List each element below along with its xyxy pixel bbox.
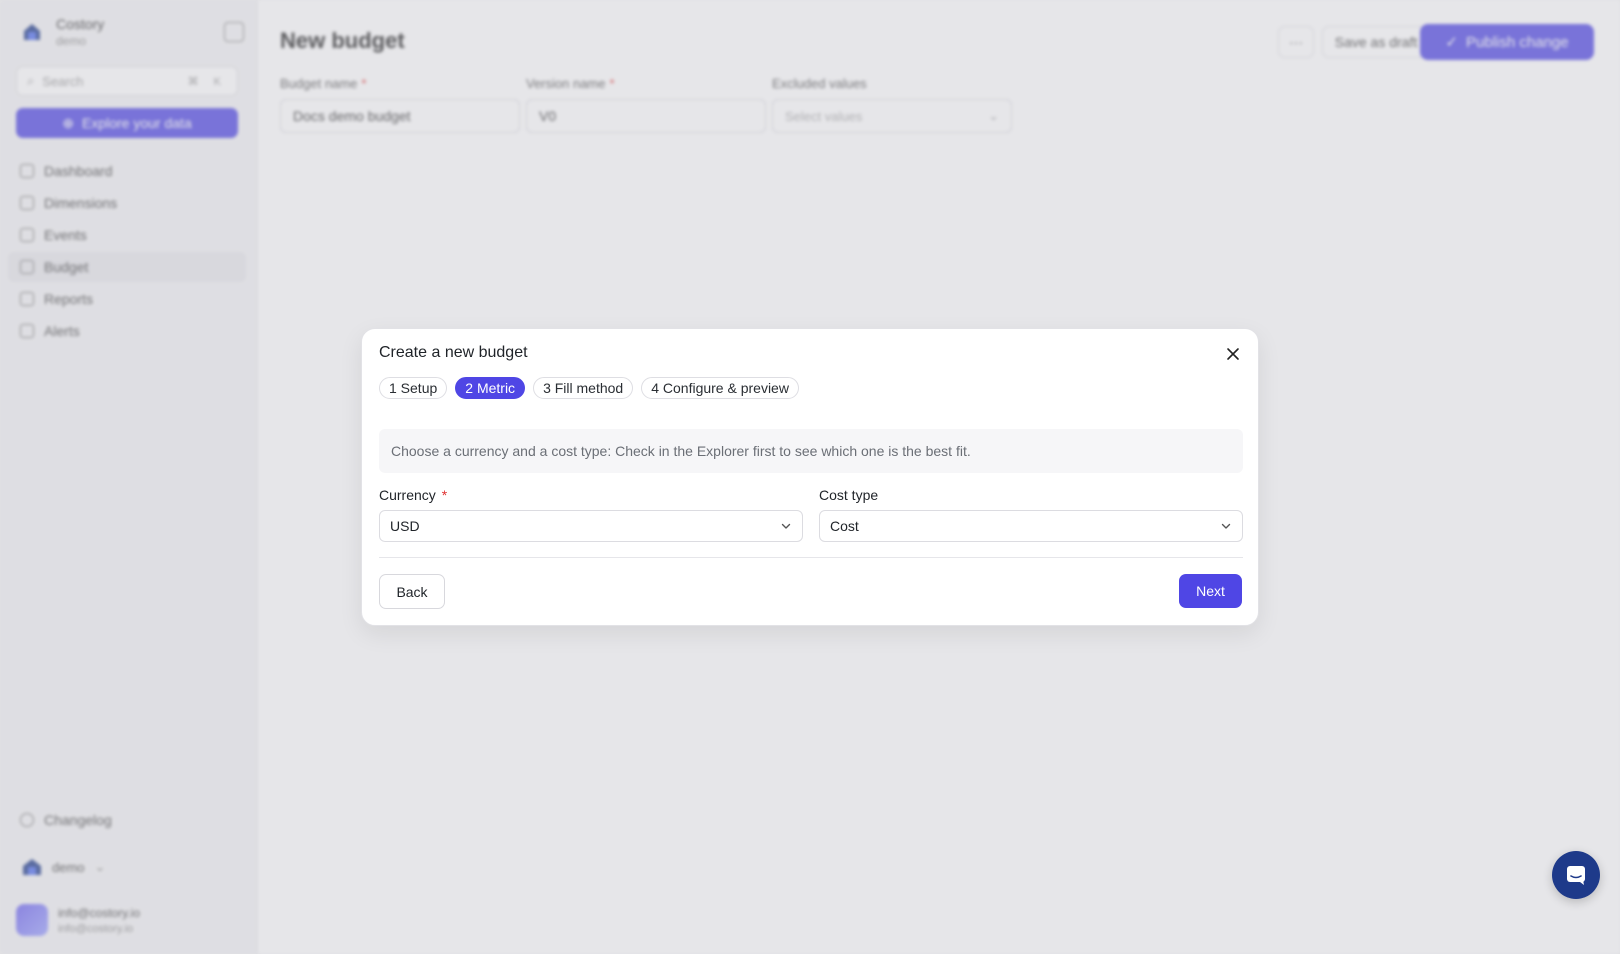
chevron-down-icon	[1221, 523, 1231, 529]
currency-select[interactable]: USD	[379, 510, 803, 542]
next-button[interactable]: Next	[1179, 574, 1242, 608]
currency-label: Currency *	[379, 487, 448, 503]
chat-icon	[1567, 866, 1585, 885]
create-budget-modal: Create a new budget 1 Setup 2 Metric 3 F…	[361, 328, 1259, 626]
chat-launcher-button[interactable]	[1552, 851, 1600, 899]
step-metric[interactable]: 2 Metric	[455, 377, 526, 399]
close-button[interactable]	[1222, 343, 1244, 365]
stepper: 1 Setup 2 Metric 3 Fill method 4 Configu…	[379, 377, 799, 399]
modal-divider	[379, 557, 1243, 558]
chevron-down-icon	[781, 523, 791, 529]
cost-type-field: Cost type Cost	[819, 487, 1243, 542]
cost-type-value: Cost	[830, 518, 859, 534]
step-setup[interactable]: 1 Setup	[379, 377, 448, 399]
close-icon	[1227, 348, 1239, 360]
currency-value: USD	[390, 518, 420, 534]
currency-field: Currency * USD	[379, 487, 803, 542]
back-button[interactable]: Back	[379, 574, 445, 609]
required-mark: *	[441, 487, 448, 503]
step-fill-method[interactable]: 3 Fill method	[533, 377, 634, 399]
modal-title: Create a new budget	[379, 344, 528, 361]
step-configure-preview[interactable]: 4 Configure & preview	[641, 377, 799, 399]
hint-banner: Choose a currency and a cost type: Check…	[379, 429, 1243, 473]
cost-type-select[interactable]: Cost	[819, 510, 1243, 542]
cost-type-label: Cost type	[819, 487, 879, 503]
